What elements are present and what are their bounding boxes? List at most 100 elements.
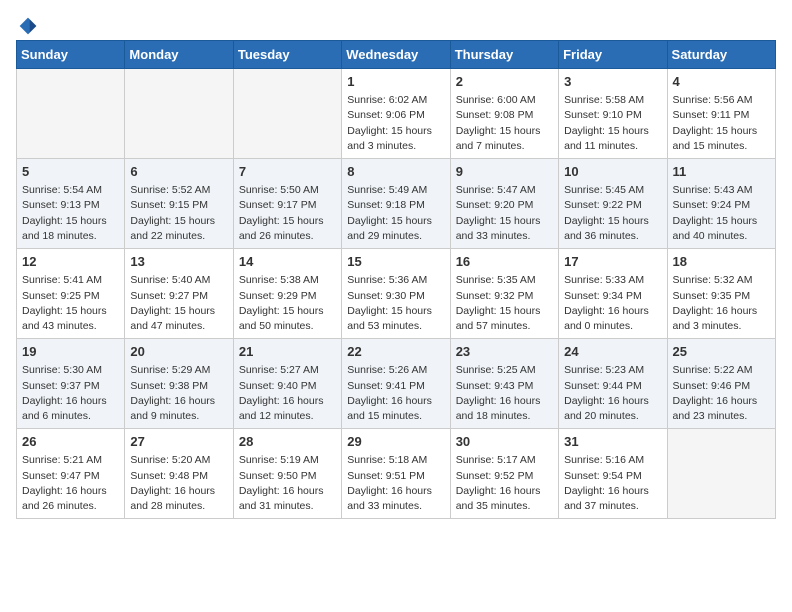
day-info: Sunrise: 5:56 AM Sunset: 9:11 PM Dayligh… <box>673 93 770 154</box>
calendar-day-cell: 10 Sunrise: 5:45 AM Sunset: 9:22 PM Dayli… <box>559 159 667 249</box>
calendar-day-cell <box>125 69 233 159</box>
day-number: 20 <box>130 343 227 361</box>
day-number: 30 <box>456 433 553 451</box>
calendar-week-row: 12 Sunrise: 5:41 AM Sunset: 9:25 PM Dayli… <box>17 249 776 339</box>
day-info: Sunrise: 5:49 AM Sunset: 9:18 PM Dayligh… <box>347 183 444 244</box>
calendar-header-tuesday: Tuesday <box>233 41 341 69</box>
calendar-week-row: 5Sunrise: 5:54 AM Sunset: 9:13 PM Daylig… <box>17 159 776 249</box>
calendar-day-cell: 31 Sunrise: 5:16 AM Sunset: 9:54 PM Dayli… <box>559 429 667 519</box>
day-info: Sunrise: 5:17 AM Sunset: 9:52 PM Dayligh… <box>456 453 553 514</box>
calendar-day-cell: 26Sunrise: 5:21 AM Sunset: 9:47 PM Dayli… <box>17 429 125 519</box>
day-number: 1 <box>347 73 444 91</box>
calendar-day-cell: 18Sunrise: 5:32 AM Sunset: 9:35 PM Dayli… <box>667 249 775 339</box>
day-number: 6 <box>130 163 227 181</box>
day-info: Sunrise: 5:16 AM Sunset: 9:54 PM Dayligh… <box>564 453 661 514</box>
day-info: Sunrise: 5:19 AM Sunset: 9:50 PM Dayligh… <box>239 453 336 514</box>
calendar-day-cell: 21 Sunrise: 5:27 AM Sunset: 9:40 PM Dayli… <box>233 339 341 429</box>
day-info: Sunrise: 6:00 AM Sunset: 9:08 PM Dayligh… <box>456 93 553 154</box>
day-info: Sunrise: 6:02 AM Sunset: 9:06 PM Dayligh… <box>347 93 444 154</box>
calendar-day-cell: 27Sunrise: 5:20 AM Sunset: 9:48 PM Dayli… <box>125 429 233 519</box>
calendar-day-cell: 13Sunrise: 5:40 AM Sunset: 9:27 PM Dayli… <box>125 249 233 339</box>
calendar-header-saturday: Saturday <box>667 41 775 69</box>
calendar-day-cell <box>17 69 125 159</box>
day-number: 26 <box>22 433 119 451</box>
day-number: 19 <box>22 343 119 361</box>
day-number: 28 <box>239 433 336 451</box>
calendar-day-cell: 3 Sunrise: 5:58 AM Sunset: 9:10 PM Daylig… <box>559 69 667 159</box>
day-number: 11 <box>673 163 770 181</box>
day-number: 25 <box>673 343 770 361</box>
day-info: Sunrise: 5:27 AM Sunset: 9:40 PM Dayligh… <box>239 363 336 424</box>
day-info: Sunrise: 5:36 AM Sunset: 9:30 PM Dayligh… <box>347 273 444 334</box>
day-info: Sunrise: 5:50 AM Sunset: 9:17 PM Dayligh… <box>239 183 336 244</box>
day-info: Sunrise: 5:41 AM Sunset: 9:25 PM Dayligh… <box>22 273 119 334</box>
calendar-day-cell: 7 Sunrise: 5:50 AM Sunset: 9:17 PM Daylig… <box>233 159 341 249</box>
calendar-day-cell: 6 Sunrise: 5:52 AM Sunset: 9:15 PM Daylig… <box>125 159 233 249</box>
calendar-header-thursday: Thursday <box>450 41 558 69</box>
day-info: Sunrise: 5:23 AM Sunset: 9:44 PM Dayligh… <box>564 363 661 424</box>
day-info: Sunrise: 5:45 AM Sunset: 9:22 PM Dayligh… <box>564 183 661 244</box>
calendar-day-cell: 12 Sunrise: 5:41 AM Sunset: 9:25 PM Dayli… <box>17 249 125 339</box>
calendar-table: SundayMondayTuesdayWednesdayThursdayFrid… <box>16 40 776 519</box>
calendar-day-cell: 28 Sunrise: 5:19 AM Sunset: 9:50 PM Dayli… <box>233 429 341 519</box>
calendar-week-row: 19Sunrise: 5:30 AM Sunset: 9:37 PM Dayli… <box>17 339 776 429</box>
calendar-day-cell: 29 Sunrise: 5:18 AM Sunset: 9:51 PM Dayli… <box>342 429 450 519</box>
day-number: 15 <box>347 253 444 271</box>
page-header <box>16 16 776 28</box>
day-number: 2 <box>456 73 553 91</box>
calendar-day-cell: 22 Sunrise: 5:26 AM Sunset: 9:41 PM Dayli… <box>342 339 450 429</box>
calendar-day-cell: 1 Sunrise: 6:02 AM Sunset: 9:06 PM Daylig… <box>342 69 450 159</box>
day-info: Sunrise: 5:22 AM Sunset: 9:46 PM Dayligh… <box>673 363 770 424</box>
calendar-week-row: 1 Sunrise: 6:02 AM Sunset: 9:06 PM Daylig… <box>17 69 776 159</box>
day-info: Sunrise: 5:25 AM Sunset: 9:43 PM Dayligh… <box>456 363 553 424</box>
calendar-header-row: SundayMondayTuesdayWednesdayThursdayFrid… <box>17 41 776 69</box>
calendar-day-cell: 20 Sunrise: 5:29 AM Sunset: 9:38 PM Dayli… <box>125 339 233 429</box>
day-number: 12 <box>22 253 119 271</box>
day-number: 18 <box>673 253 770 271</box>
day-number: 8 <box>347 163 444 181</box>
day-info: Sunrise: 5:26 AM Sunset: 9:41 PM Dayligh… <box>347 363 444 424</box>
day-info: Sunrise: 5:35 AM Sunset: 9:32 PM Dayligh… <box>456 273 553 334</box>
day-info: Sunrise: 5:33 AM Sunset: 9:34 PM Dayligh… <box>564 273 661 334</box>
calendar-day-cell: 14 Sunrise: 5:38 AM Sunset: 9:29 PM Dayli… <box>233 249 341 339</box>
day-number: 4 <box>673 73 770 91</box>
day-info: Sunrise: 5:54 AM Sunset: 9:13 PM Dayligh… <box>22 183 119 244</box>
day-number: 22 <box>347 343 444 361</box>
calendar-day-cell <box>233 69 341 159</box>
calendar-day-cell: 30 Sunrise: 5:17 AM Sunset: 9:52 PM Dayli… <box>450 429 558 519</box>
logo <box>16 16 38 28</box>
calendar-day-cell: 19Sunrise: 5:30 AM Sunset: 9:37 PM Dayli… <box>17 339 125 429</box>
calendar-header-sunday: Sunday <box>17 41 125 69</box>
day-info: Sunrise: 5:52 AM Sunset: 9:15 PM Dayligh… <box>130 183 227 244</box>
day-number: 10 <box>564 163 661 181</box>
day-info: Sunrise: 5:18 AM Sunset: 9:51 PM Dayligh… <box>347 453 444 514</box>
day-info: Sunrise: 5:38 AM Sunset: 9:29 PM Dayligh… <box>239 273 336 334</box>
calendar-day-cell: 24Sunrise: 5:23 AM Sunset: 9:44 PM Dayli… <box>559 339 667 429</box>
calendar-day-cell: 4 Sunrise: 5:56 AM Sunset: 9:11 PM Daylig… <box>667 69 775 159</box>
day-number: 3 <box>564 73 661 91</box>
day-info: Sunrise: 5:58 AM Sunset: 9:10 PM Dayligh… <box>564 93 661 154</box>
calendar-day-cell <box>667 429 775 519</box>
day-number: 7 <box>239 163 336 181</box>
calendar-day-cell: 23 Sunrise: 5:25 AM Sunset: 9:43 PM Dayli… <box>450 339 558 429</box>
day-info: Sunrise: 5:29 AM Sunset: 9:38 PM Dayligh… <box>130 363 227 424</box>
day-number: 21 <box>239 343 336 361</box>
calendar-day-cell: 8 Sunrise: 5:49 AM Sunset: 9:18 PM Daylig… <box>342 159 450 249</box>
calendar-day-cell: 2 Sunrise: 6:00 AM Sunset: 9:08 PM Daylig… <box>450 69 558 159</box>
day-number: 13 <box>130 253 227 271</box>
day-number: 14 <box>239 253 336 271</box>
day-number: 31 <box>564 433 661 451</box>
calendar-day-cell: 9 Sunrise: 5:47 AM Sunset: 9:20 PM Daylig… <box>450 159 558 249</box>
calendar-week-row: 26Sunrise: 5:21 AM Sunset: 9:47 PM Dayli… <box>17 429 776 519</box>
day-info: Sunrise: 5:47 AM Sunset: 9:20 PM Dayligh… <box>456 183 553 244</box>
calendar-day-cell: 17Sunrise: 5:33 AM Sunset: 9:34 PM Dayli… <box>559 249 667 339</box>
day-info: Sunrise: 5:20 AM Sunset: 9:48 PM Dayligh… <box>130 453 227 514</box>
day-number: 29 <box>347 433 444 451</box>
calendar-day-cell: 25 Sunrise: 5:22 AM Sunset: 9:46 PM Dayli… <box>667 339 775 429</box>
calendar-day-cell: 11 Sunrise: 5:43 AM Sunset: 9:24 PM Dayli… <box>667 159 775 249</box>
day-info: Sunrise: 5:43 AM Sunset: 9:24 PM Dayligh… <box>673 183 770 244</box>
day-number: 23 <box>456 343 553 361</box>
day-number: 9 <box>456 163 553 181</box>
calendar-header-wednesday: Wednesday <box>342 41 450 69</box>
calendar-day-cell: 5Sunrise: 5:54 AM Sunset: 9:13 PM Daylig… <box>17 159 125 249</box>
